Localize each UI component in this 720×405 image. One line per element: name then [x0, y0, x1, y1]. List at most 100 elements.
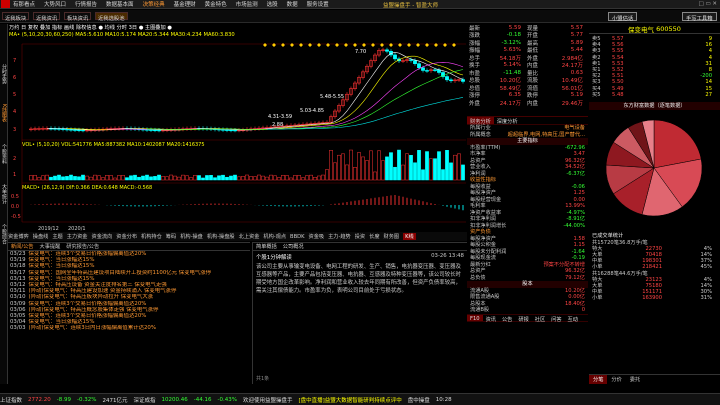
volume-bar	[397, 149, 401, 181]
volume-bar	[137, 176, 141, 181]
indicator-tab[interactable]: 机构-操盘	[180, 233, 203, 240]
finance-bottom-tab[interactable]: 公告	[499, 315, 515, 323]
news-date: 03/19	[10, 257, 26, 264]
quote-value: 0.63	[570, 69, 583, 76]
indicator-tab[interactable]: 资金博弈	[8, 233, 29, 240]
indicator-tabs: 资金博弈 操盘线 主题 主力资金 资金流向 资金分布 机构持仓 筹码 机构-操盘 机构-操盘股 北上…	[8, 232, 467, 241]
indicator-tab[interactable]: 北上资金	[239, 233, 260, 240]
status-item: -8.99	[56, 396, 71, 403]
volume-bar	[61, 176, 65, 181]
indicator-tab[interactable]: 长度	[369, 233, 379, 240]
high-annotation: 7.70	[355, 49, 366, 55]
candle-body	[461, 79, 465, 82]
signal-diamond	[371, 43, 375, 47]
pie-title: 东方财富数据（逐笔数据）	[589, 101, 720, 110]
macd-bars	[30, 195, 464, 211]
volume-bar	[241, 176, 245, 181]
indicator-tab[interactable]: 机构-操盘股	[207, 233, 235, 240]
order-volume: 27	[705, 91, 712, 98]
volume-bar	[153, 176, 157, 181]
candle-body	[229, 129, 233, 132]
volume-bar	[33, 175, 37, 181]
indicator-tab[interactable]: 财务图	[384, 233, 400, 240]
volume-bar	[253, 176, 257, 181]
order-price: 5.48	[612, 91, 624, 98]
volume-bar	[97, 175, 101, 181]
quote-panel: 最新 5.59 现量 5.57 涨跌 -0.18 开盘 5.77 涨幅 -3.12% 最高 5.89 振…	[467, 24, 588, 122]
volume-bar	[365, 160, 369, 181]
level2-tab[interactable]: 分笔	[589, 375, 608, 384]
quote-value: 24.17万	[499, 100, 521, 107]
indicator-tab[interactable]: 筹码	[166, 233, 176, 240]
level2-tab[interactable]: 分价	[607, 375, 625, 384]
concept-label: 所属概念	[470, 131, 491, 138]
news-title: (异动)保变电气：特高压板块异动拉升 保变电气大涨	[28, 294, 154, 301]
quote-value: -3.12%	[501, 39, 521, 46]
volume-bar	[313, 176, 317, 181]
net2-sub: 共16288笔44.6万手/笔	[592, 270, 648, 277]
news-tab[interactable]: 大事提醒	[37, 243, 64, 250]
volume-bar	[405, 153, 409, 181]
indicator-tab[interactable]: K线	[403, 233, 416, 240]
finance-bottom-tab[interactable]: 资讯	[483, 315, 499, 323]
net-key: 小单	[592, 294, 603, 301]
volume-bar	[337, 154, 341, 181]
volume-bar	[281, 174, 285, 181]
volume-bar	[177, 176, 181, 181]
volume-bar	[369, 150, 373, 181]
volume-bar	[445, 150, 449, 181]
candle-body	[385, 49, 389, 52]
signal-diamond	[443, 43, 447, 47]
volume-bar	[345, 164, 349, 181]
volume-bar	[85, 175, 89, 181]
candle-body	[445, 76, 449, 81]
indicator-tab[interactable]: 操盘线	[33, 233, 49, 240]
finance-tab-1[interactable]: 深度分析	[494, 117, 521, 125]
candle-body	[433, 69, 437, 71]
indicator-tab[interactable]: 主力-趋势	[328, 233, 351, 240]
signal-diamond	[326, 43, 330, 47]
indicator-tab[interactable]: 机构持仓	[141, 233, 162, 240]
status-item: -0.43%	[217, 396, 237, 403]
volume-bar	[169, 174, 173, 181]
news-item[interactable]: 03/03 (异动)保变电气：连续3日内日涨幅偏离值累计达20%	[10, 325, 250, 331]
finance-bottom-tab[interactable]: F10	[467, 314, 483, 322]
capital-flow-pie[interactable]	[589, 110, 719, 230]
indicator-tab[interactable]: 资金流向	[92, 233, 113, 240]
news-panel: 新闻/公告 大事提醒 研究报告/公告 03/23 保变电气：连续3个交易日价格涨幅偏离…	[8, 242, 250, 384]
ma-line	[147, 69, 464, 130]
level2-tab[interactable]: 委托	[626, 375, 644, 384]
news-tab[interactable]: 新闻/公告	[8, 243, 37, 250]
news-date: 03/04	[10, 319, 26, 326]
finance-bottom-tab[interactable]: 社区	[532, 315, 548, 323]
candle-body	[409, 59, 413, 61]
brief-tab-1[interactable]: 公司概况	[280, 243, 307, 250]
quote-value: 56.01亿	[561, 85, 583, 92]
indicator-tab[interactable]: BBDK	[290, 234, 305, 240]
indicator-tab[interactable]: 资金分布	[116, 233, 137, 240]
candle-body	[413, 60, 417, 64]
news-tab[interactable]: 研究报告/公告	[63, 243, 102, 250]
indicator-tab[interactable]: 机构-观点	[263, 233, 286, 240]
volume-bar	[389, 152, 393, 181]
indicator-tab[interactable]: 主题	[52, 233, 62, 240]
indicator-tab[interactable]: 主力资金	[67, 233, 88, 240]
net-row: 小单 218421 45%	[589, 264, 720, 270]
news-title: 保变电气：连续3个交易日价格涨幅偏离值达20%	[28, 251, 147, 257]
order-row: 买5 5.48 27	[592, 92, 717, 98]
brief-tab-0[interactable]: 简单概括	[253, 243, 280, 250]
quote-value: 24.17万	[561, 63, 583, 70]
volume-bar	[113, 177, 117, 181]
finance-bottom-tab[interactable]: 互动	[565, 315, 581, 323]
finance-tabs: 财务分析 深度分析	[467, 117, 588, 125]
volume-bar	[361, 156, 365, 181]
finance-bottom-tab[interactable]: 研报	[515, 315, 531, 323]
vol-tick-2: 2	[13, 156, 16, 162]
indicator-tab[interactable]: 资金吸	[309, 233, 325, 240]
brief-tabs: 简单概括 公司概况	[253, 243, 467, 251]
finance-bottom-tab[interactable]: 问答	[548, 315, 564, 323]
volume-bar	[125, 177, 129, 181]
finance-tab-0[interactable]: 财务分析	[467, 117, 494, 125]
macd-tick-low: -0.5	[11, 214, 21, 220]
indicator-tab[interactable]: 投资	[355, 233, 365, 240]
